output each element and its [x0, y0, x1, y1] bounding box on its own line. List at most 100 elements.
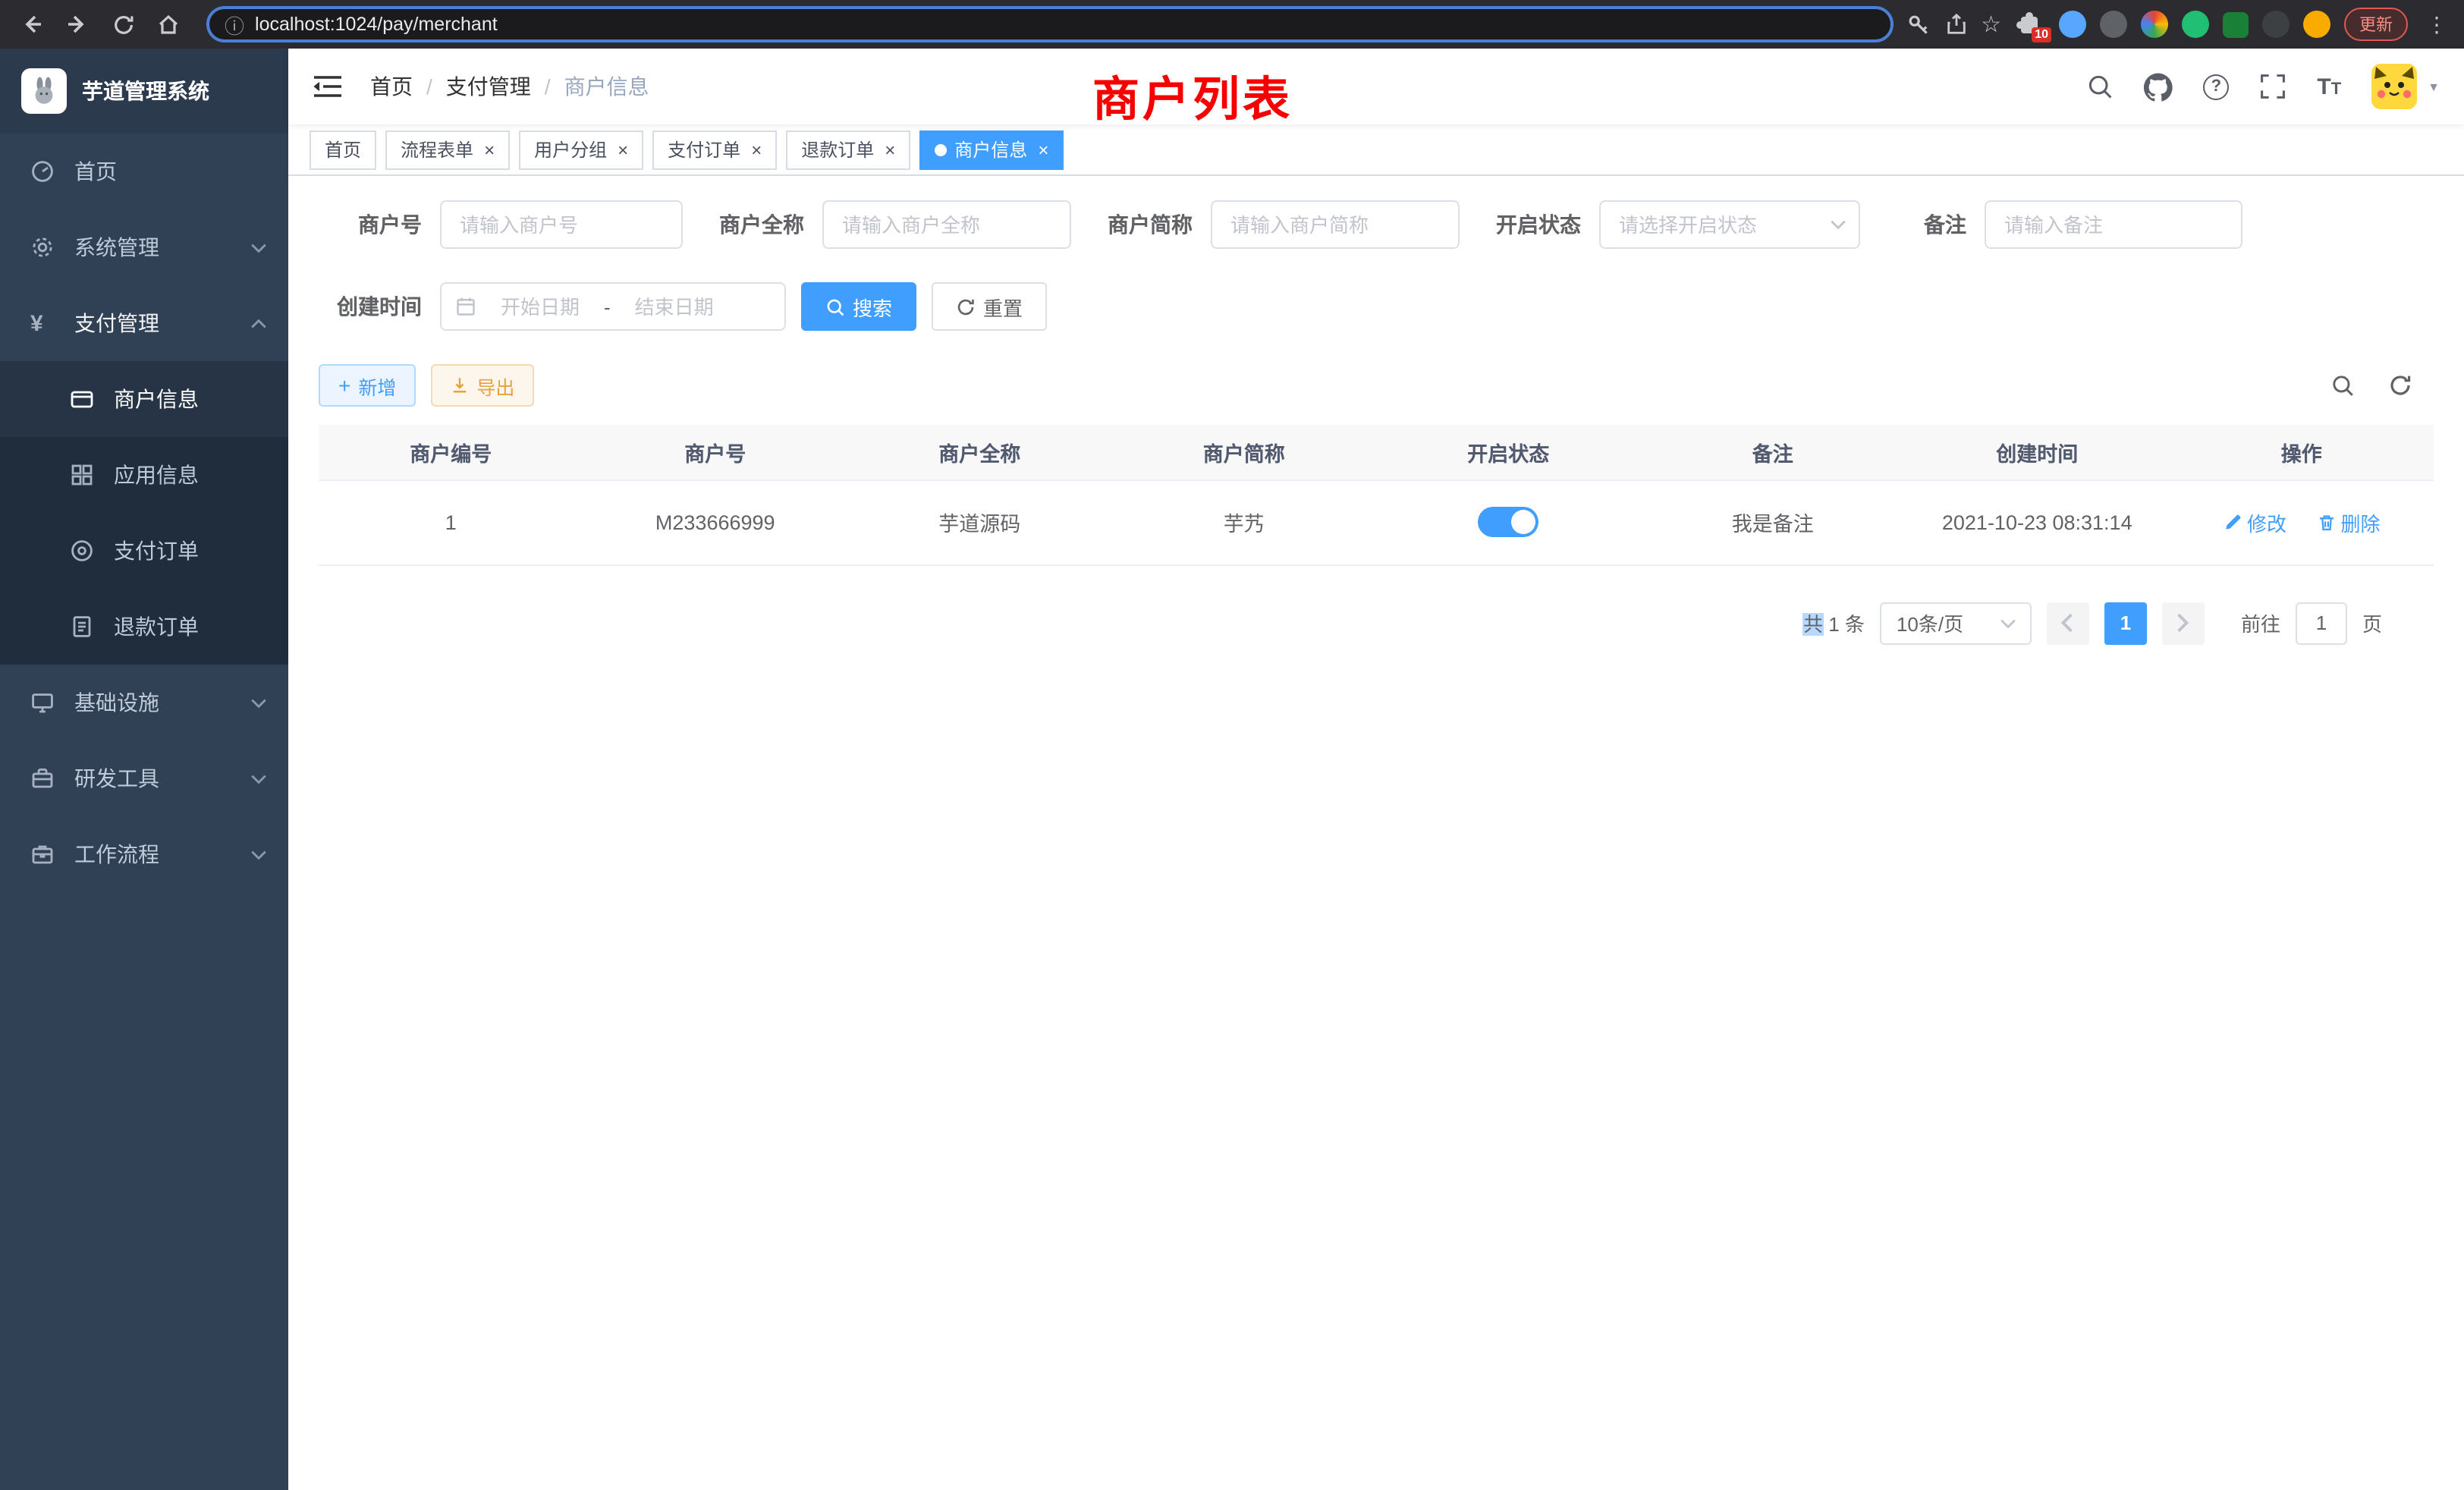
tab-home[interactable]: 首页: [310, 130, 376, 169]
sidebar-item-label: 支付订单: [114, 536, 199, 566]
edit-button[interactable]: 修改: [2223, 508, 2286, 536]
sidebar-item-infrastructure[interactable]: 基础设施: [0, 665, 288, 740]
delete-button-label: 删除: [2341, 508, 2381, 536]
search-button[interactable]: 搜索: [801, 282, 916, 331]
breadcrumb-payment[interactable]: 支付管理: [446, 71, 531, 102]
full-name-input[interactable]: [822, 200, 1071, 249]
close-icon[interactable]: ×: [1035, 140, 1048, 159]
tab-user-group[interactable]: 用户分组 ×: [519, 130, 643, 169]
fullscreen-icon[interactable]: [2259, 73, 2286, 100]
tab-merchant-info[interactable]: 商户信息 ×: [919, 130, 1064, 169]
tab-pay-order[interactable]: 支付订单 ×: [652, 130, 777, 169]
collapse-sidebar-icon[interactable]: [313, 74, 343, 99]
extension-icon-green-square[interactable]: [2223, 11, 2249, 37]
table-header-row: 商户编号 商户号 商户全称 商户简称 开启状态 备注 创建时间 操作: [319, 425, 2434, 479]
status-select[interactable]: [1599, 200, 1860, 249]
extension-icon-gray[interactable]: [2100, 11, 2127, 38]
sidebar-item-app-info[interactable]: 应用信息: [0, 437, 288, 513]
chrome-update-button[interactable]: 更新: [2344, 8, 2408, 41]
address-bar[interactable]: ⓘ localhost:1024/pay/merchant: [206, 6, 1893, 42]
reload-icon[interactable]: [103, 5, 143, 44]
help-icon[interactable]: ?: [2203, 74, 2229, 99]
user-menu[interactable]: ▼: [2371, 64, 2440, 109]
col-merchant-no: 商户号: [583, 425, 848, 479]
extension-icon-orange[interactable]: [2303, 11, 2330, 38]
back-icon[interactable]: [12, 5, 52, 44]
extension-icon-blue[interactable]: [2059, 11, 2086, 38]
sidebar-item-pay-order[interactable]: 支付订单: [0, 513, 288, 589]
end-date-input[interactable]: [620, 295, 729, 318]
extension-icon-colorful[interactable]: [2141, 11, 2168, 38]
sidebar-item-dev-tools[interactable]: 研发工具: [0, 740, 288, 816]
filter-merchant-no: 商户号: [319, 200, 683, 249]
total-prefix: 共: [1803, 613, 1823, 636]
page-size-value: 10条/页: [1897, 608, 1963, 637]
sidebar-item-label: 首页: [74, 156, 117, 187]
merchant-table: 商户编号 商户号 商户全称 商户简称 开启状态 备注 创建时间 操作 1: [319, 425, 2434, 565]
remark-input[interactable]: [1985, 200, 2242, 249]
tab-refund-order[interactable]: 退款订单 ×: [786, 130, 910, 169]
close-icon[interactable]: ×: [481, 140, 495, 159]
filter-label: 创建时间: [319, 291, 422, 322]
payment-submenu: 商户信息 应用信息 支付订单: [0, 361, 288, 665]
tab-process-form[interactable]: 流程表单 ×: [385, 130, 510, 169]
sidebar-item-label: 工作流程: [74, 839, 159, 869]
filter-label: 商户全称: [719, 209, 804, 240]
cell-merchant-no: M233666999: [583, 479, 848, 564]
site-info-icon[interactable]: ⓘ: [225, 10, 244, 39]
home-icon[interactable]: [149, 5, 188, 44]
short-name-input[interactable]: [1211, 200, 1460, 249]
extension-icon-dark[interactable]: [2262, 11, 2290, 38]
sidebar-item-system[interactable]: 系统管理: [0, 209, 288, 285]
breadcrumb-home[interactable]: 首页: [370, 71, 413, 102]
status-select-input[interactable]: [1599, 200, 1860, 249]
browser-menu-icon[interactable]: ⋮: [2422, 11, 2452, 37]
forward-icon[interactable]: [58, 5, 97, 44]
extension-icon-green[interactable]: [2182, 11, 2209, 38]
tab-label: 退款订单: [801, 137, 874, 162]
date-range-picker[interactable]: -: [440, 282, 786, 331]
col-remark: 备注: [1641, 425, 1906, 479]
sidebar-item-workflow[interactable]: 工作流程: [0, 816, 288, 892]
sidebar-item-payment[interactable]: ¥ 支付管理: [0, 285, 288, 361]
github-icon[interactable]: [2144, 72, 2173, 101]
page-number-button[interactable]: 1: [2104, 602, 2147, 644]
grid-icon: [70, 463, 96, 487]
prev-page-button[interactable]: [2047, 602, 2089, 644]
merchant-no-input[interactable]: [440, 200, 683, 249]
user-avatar: [2371, 64, 2417, 109]
extensions-icon[interactable]: 10: [2015, 9, 2045, 39]
bookmark-star-icon[interactable]: ☆: [1981, 11, 2001, 38]
font-size-icon[interactable]: TT: [2317, 75, 2341, 98]
close-icon[interactable]: ×: [614, 140, 628, 159]
start-date-input[interactable]: [486, 295, 595, 318]
sidebar-item-label: 支付管理: [74, 308, 159, 338]
refresh-icon[interactable]: [2388, 373, 2412, 398]
sidebar-item-home[interactable]: 首页: [0, 134, 288, 209]
close-icon[interactable]: ×: [882, 140, 895, 159]
status-toggle[interactable]: [1478, 507, 1538, 537]
share-icon[interactable]: [1944, 12, 1967, 36]
page-size-select[interactable]: 10条/页: [1880, 602, 2032, 644]
sidebar-item-label: 基础设施: [74, 687, 159, 718]
sidebar-item-label: 商户信息: [114, 384, 199, 414]
tab-label: 流程表单: [401, 137, 473, 162]
table-row: 1 M233666999 芋道源码 芋艿 我是备注 2021-10-23 08:…: [319, 479, 2434, 564]
sidebar-item-merchant-info[interactable]: 商户信息: [0, 361, 288, 437]
password-key-icon[interactable]: [1905, 11, 1931, 37]
delete-button[interactable]: 删除: [2317, 508, 2381, 536]
top-navbar: 首页 / 支付管理 / 商户信息 商户列表 ?: [288, 49, 2464, 124]
add-button[interactable]: + 新增: [319, 364, 416, 407]
export-button[interactable]: 导出: [431, 364, 534, 407]
toggle-search-icon[interactable]: [2330, 373, 2355, 398]
next-page-button[interactable]: [2162, 602, 2205, 644]
close-icon[interactable]: ×: [748, 140, 762, 159]
sidebar-item-refund-order[interactable]: 退款订单: [0, 589, 288, 665]
search-icon[interactable]: [2086, 73, 2114, 100]
filter-label: 商户号: [319, 209, 422, 240]
sidebar-item-label: 系统管理: [74, 232, 159, 262]
goto-page-input[interactable]: [2296, 602, 2347, 644]
app-logo-row[interactable]: 芋道管理系统: [0, 49, 288, 134]
reset-button[interactable]: 重置: [932, 282, 1047, 331]
col-full-name: 商户全称: [847, 425, 1112, 479]
